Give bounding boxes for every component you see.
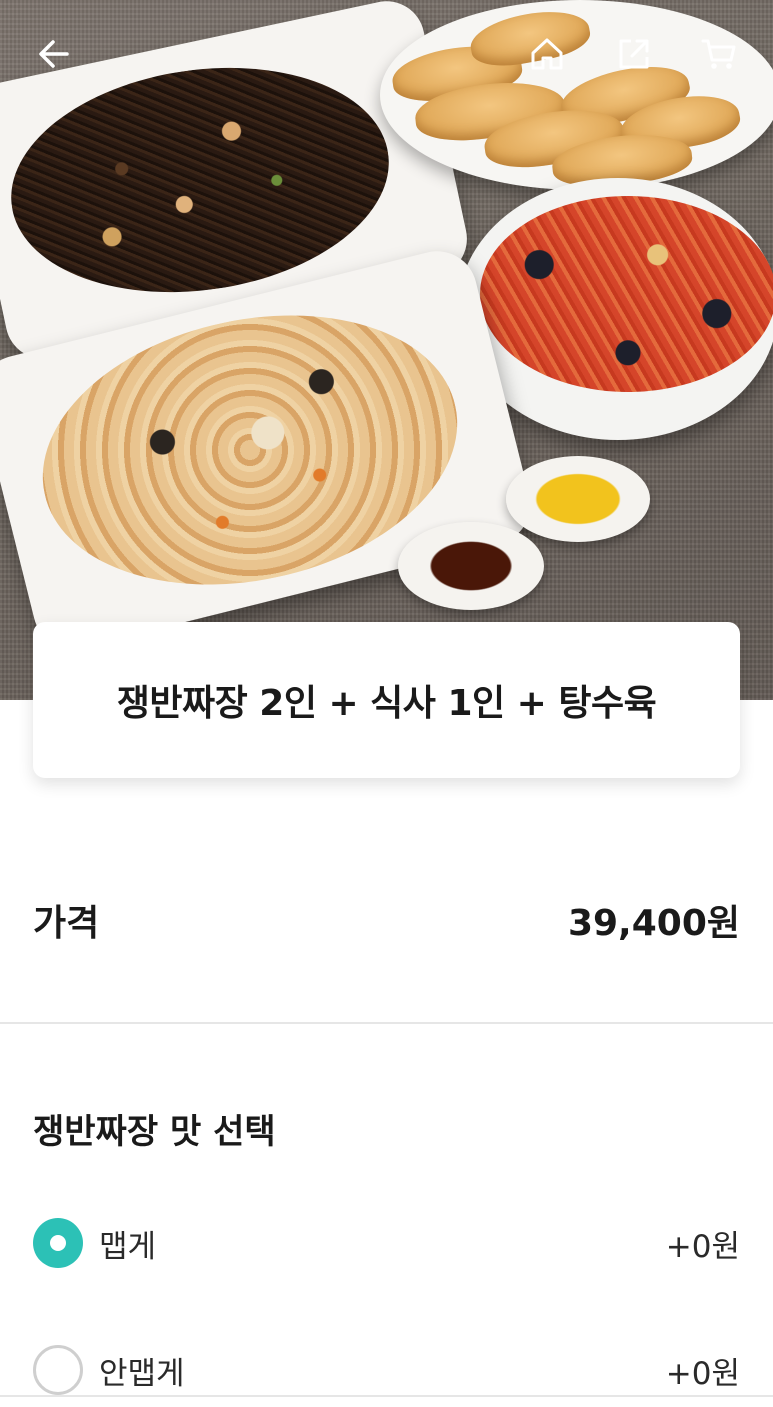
soy-sauce-dish bbox=[398, 522, 544, 610]
pickled-radish-dish bbox=[506, 456, 650, 542]
share-icon bbox=[619, 39, 649, 69]
back-arrow-icon bbox=[39, 40, 69, 68]
home-icon bbox=[531, 38, 563, 70]
product-title: 쟁반짜장 2인 + 식사 1인 + 탕수육 bbox=[116, 683, 657, 724]
cart-icon bbox=[701, 39, 736, 69]
product-hero-image bbox=[0, 0, 773, 700]
option-not-spicy[interactable]: 안맵게 +0원 bbox=[33, 1342, 740, 1398]
back-button[interactable] bbox=[32, 32, 76, 76]
radio-unselected-icon[interactable] bbox=[33, 1345, 83, 1395]
price-row: 가격 39,400원 bbox=[33, 890, 740, 950]
product-title-card: 쟁반짜장 2인 + 식사 1인 + 탕수육 bbox=[33, 622, 740, 778]
section-divider bbox=[0, 1022, 773, 1024]
option-spicy[interactable]: 맵게 +0원 bbox=[33, 1215, 740, 1271]
jjamppong-soup bbox=[480, 196, 773, 392]
option-label: 맵게 bbox=[99, 1228, 157, 1265]
option-price: +0원 bbox=[665, 1355, 740, 1392]
cart-button[interactable] bbox=[697, 32, 741, 76]
bottom-divider bbox=[0, 1395, 773, 1397]
option-price: +0원 bbox=[665, 1228, 740, 1265]
radio-selected-icon[interactable] bbox=[33, 1218, 83, 1268]
price-value: 39,400원 bbox=[567, 903, 740, 944]
price-label: 가격 bbox=[33, 903, 100, 944]
share-button[interactable] bbox=[612, 32, 656, 76]
option-section-title: 쟁반짜장 맛 선택 bbox=[33, 1112, 276, 1152]
option-label: 안맵게 bbox=[99, 1355, 185, 1392]
home-button[interactable] bbox=[525, 32, 569, 76]
